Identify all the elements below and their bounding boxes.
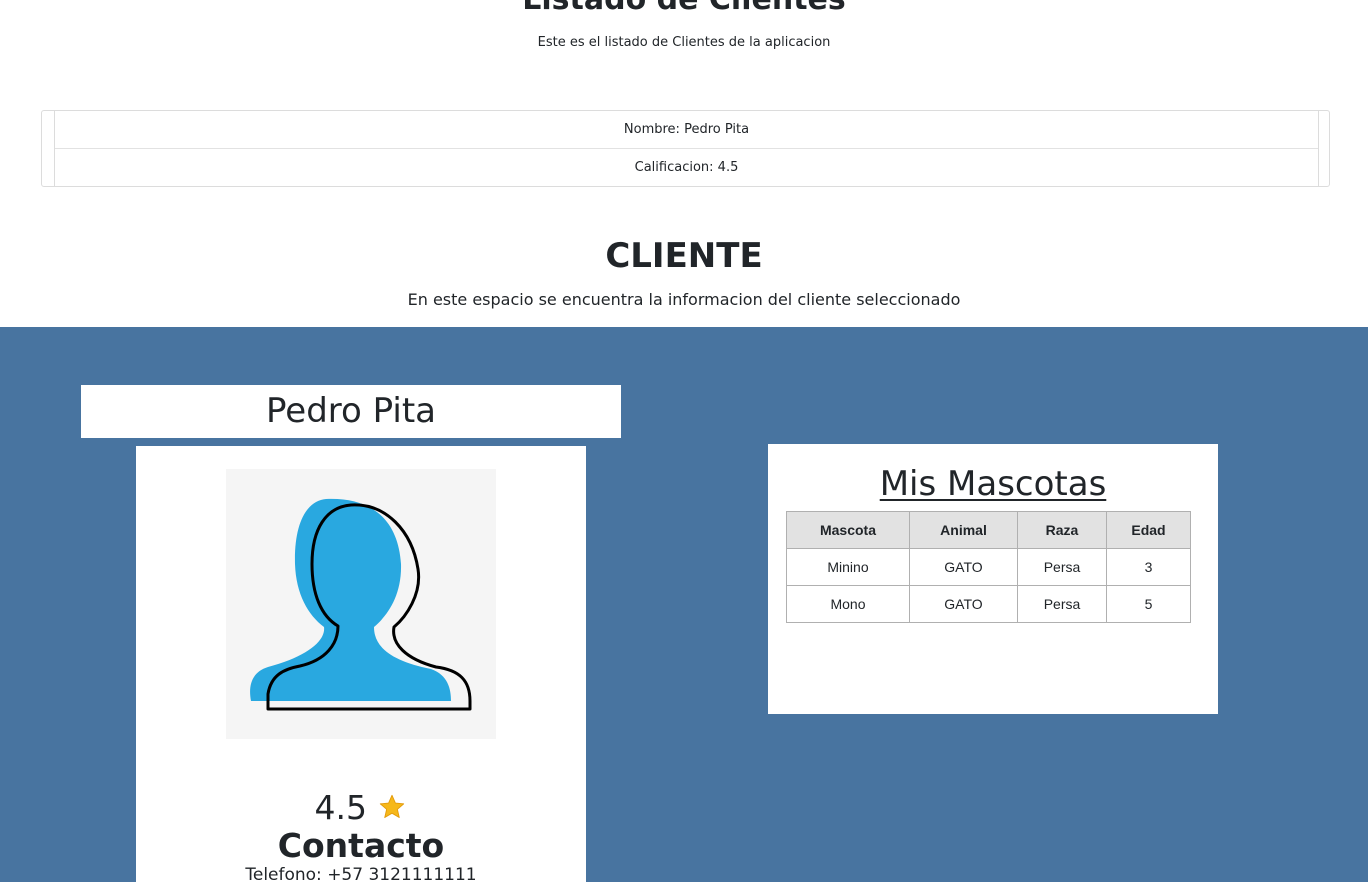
rating-display: 4.5	[136, 786, 586, 830]
list-item-name[interactable]: Nombre: Pedro Pita	[55, 111, 1318, 149]
table-row: Minino GATO Persa 3	[786, 548, 1191, 586]
column-header-raza: Raza	[1017, 511, 1107, 549]
contact-heading: Contacto	[277, 826, 445, 865]
table-row: Mono GATO Persa 5	[786, 585, 1191, 623]
pets-card: Mis Mascotas Mascota Animal Raza Edad Mi…	[768, 444, 1218, 714]
client-name-header: Pedro Pita	[81, 385, 621, 438]
pets-title: Mis Mascotas	[879, 464, 1107, 504]
page-subtitle: Este es el listado de Clientes de la apl…	[537, 35, 831, 50]
table-cell: 5	[1106, 585, 1191, 623]
client-list-inner: Nombre: Pedro Pita Calificacion: 4.5	[54, 111, 1319, 186]
table-header-row: Mascota Animal Raza Edad	[786, 511, 1191, 549]
column-header-edad: Edad	[1106, 511, 1191, 549]
column-header-animal: Animal	[909, 511, 1018, 549]
table-cell: Persa	[1017, 585, 1107, 623]
client-list: Nombre: Pedro Pita Calificacion: 4.5	[41, 110, 1330, 187]
table-cell: GATO	[909, 585, 1018, 623]
section-subtitle: En este espacio se encuentra la informac…	[407, 290, 961, 309]
page-title: Listado de Clientes	[0, 0, 1368, 20]
rating-value: 4.5	[314, 788, 367, 827]
profile-card: 4.5 Contacto Telefono: +57 3121111111	[136, 446, 586, 885]
star-icon	[380, 794, 405, 818]
table-cell: 3	[1106, 548, 1191, 586]
table-cell: Mono	[786, 585, 910, 623]
avatar	[226, 469, 496, 739]
user-silhouette-icon	[250, 498, 472, 711]
pets-table: Mascota Animal Raza Edad Minino GATO Per…	[786, 511, 1191, 623]
section-title: CLIENTE	[605, 236, 763, 276]
column-header-mascota: Mascota	[786, 511, 910, 549]
table-cell: Minino	[786, 548, 910, 586]
table-cell: GATO	[909, 548, 1018, 586]
phone-text: Telefono: +57 3121111111	[245, 865, 477, 885]
list-item-rating[interactable]: Calificacion: 4.5	[55, 149, 1318, 186]
table-cell: Persa	[1017, 548, 1107, 586]
